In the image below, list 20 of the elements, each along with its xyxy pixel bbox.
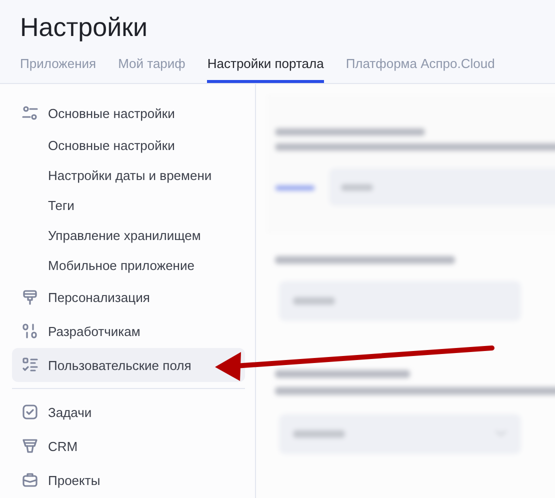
sidebar-item[interactable]: Основные настройки: [12, 96, 245, 130]
sidebar-item[interactable]: Задачи: [12, 395, 245, 429]
binary-icon: [22, 323, 38, 339]
submenu-item[interactable]: Настройки даты и времени: [12, 160, 245, 190]
checklist-icon: [22, 357, 38, 373]
submenu-item[interactable]: Теги: [12, 190, 245, 220]
submenu-item[interactable]: Основные настройки: [12, 130, 245, 160]
briefcase-icon: [22, 472, 38, 488]
page-title: Настройки: [20, 11, 148, 43]
checkbox-icon: [22, 404, 38, 420]
sidebar-item[interactable]: Пользовательские поля: [12, 348, 245, 382]
submenu-item[interactable]: Управление хранилищем: [12, 220, 245, 250]
submenu-item[interactable]: Мобильное приложение: [12, 250, 245, 280]
funnel-icon: [22, 438, 38, 454]
sidebar-item[interactable]: Разработчикам: [12, 314, 245, 348]
sidebar-item[interactable]: Проекты: [12, 463, 245, 497]
sliders-icon: [22, 105, 38, 121]
sidebar-item[interactable]: Персонализация: [12, 280, 245, 314]
sidebar-item[interactable]: CRM: [12, 429, 245, 463]
brush-icon: [22, 289, 38, 305]
